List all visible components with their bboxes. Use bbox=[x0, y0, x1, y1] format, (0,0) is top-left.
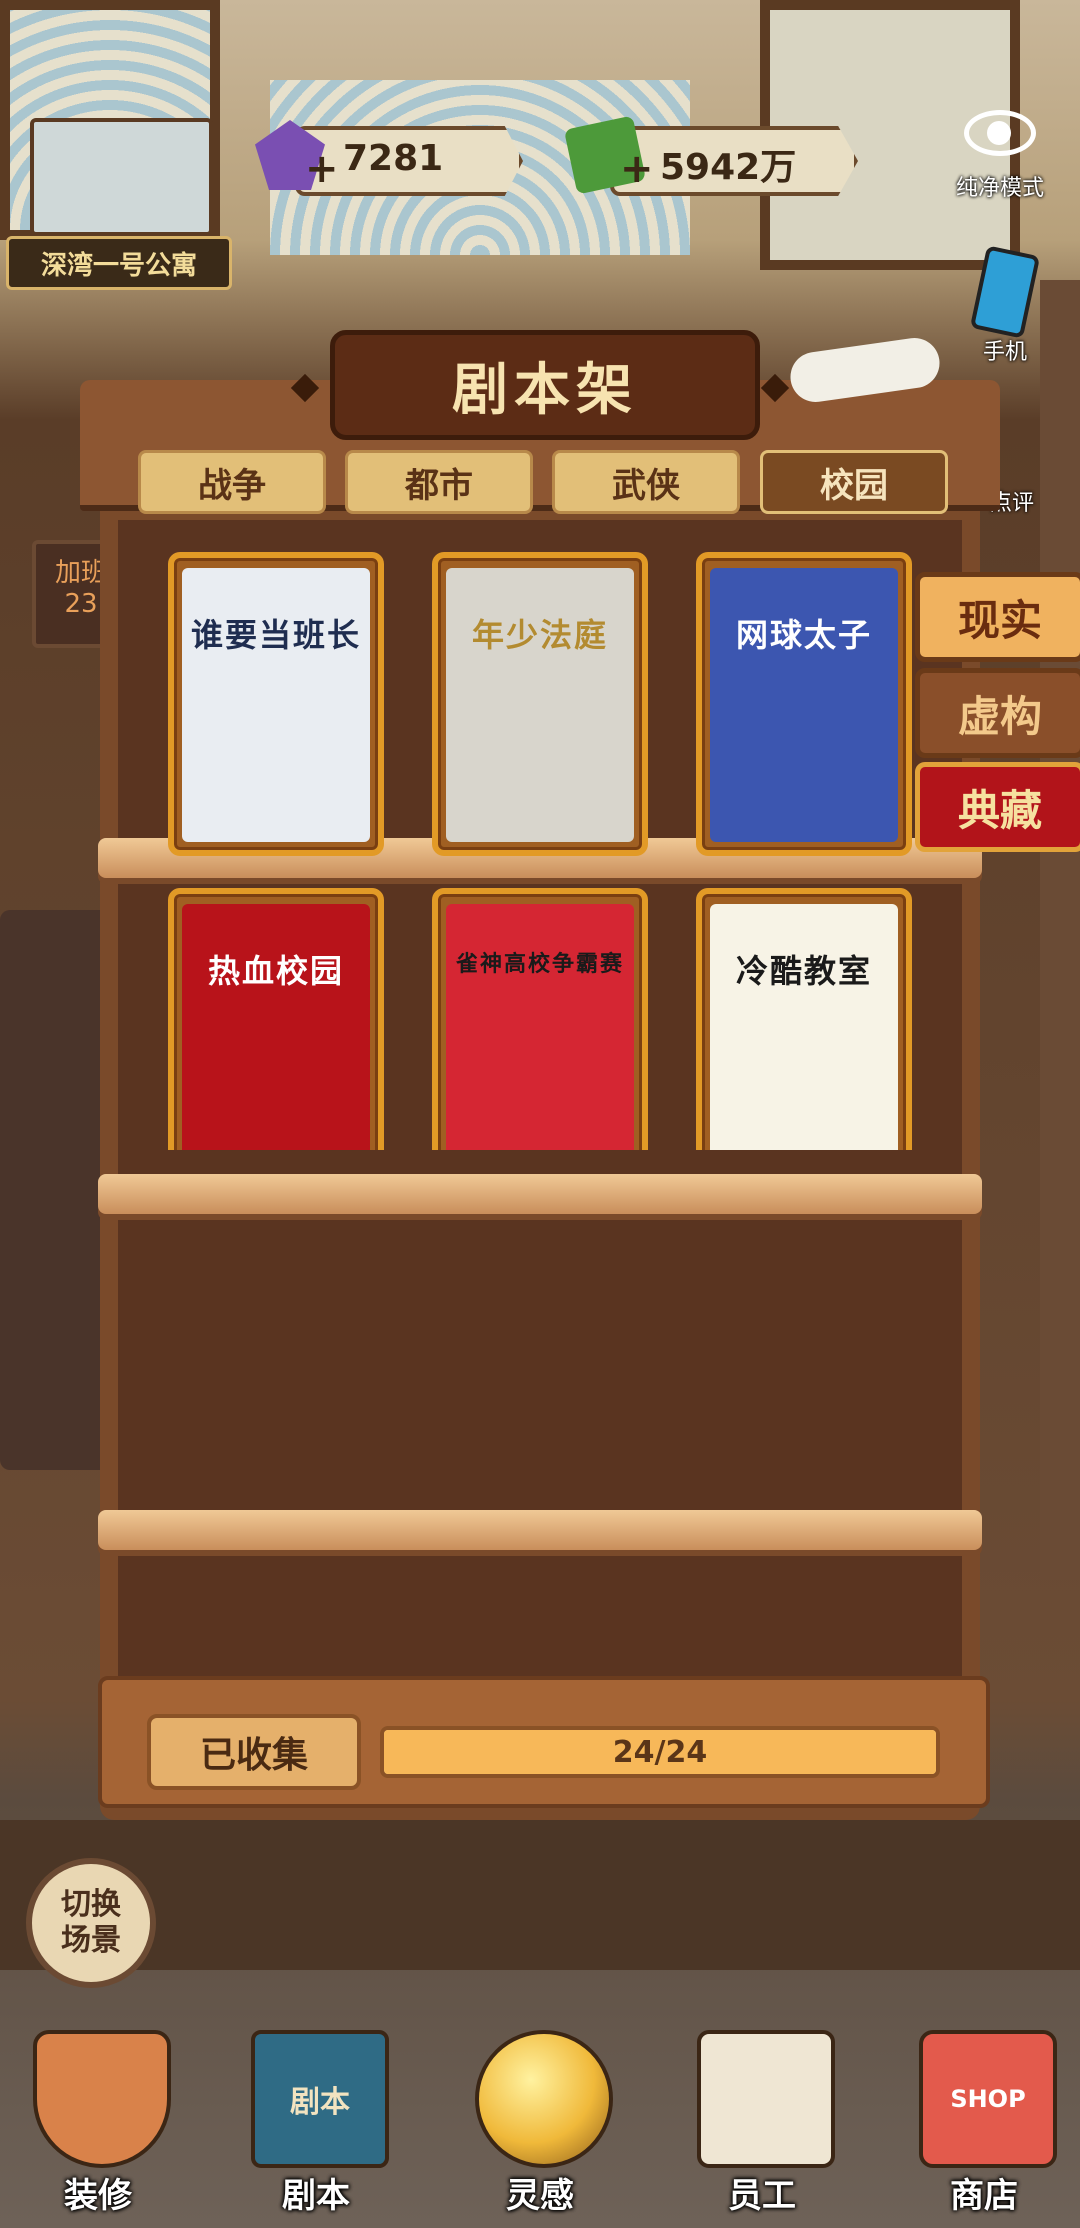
book-cover: 网球太子 bbox=[710, 568, 898, 842]
lightbulb-icon bbox=[475, 2030, 613, 2168]
script-book-card[interactable]: 冷酷教室 bbox=[696, 888, 912, 1150]
book-title: 年少法庭 bbox=[471, 616, 608, 654]
book-cover: 热血校园 bbox=[182, 904, 370, 1150]
script-book-icon: 剧本 bbox=[251, 2030, 389, 2168]
shelf-board bbox=[98, 1174, 982, 1214]
category-collection-button[interactable]: 典藏 bbox=[915, 762, 1080, 852]
script-book-card[interactable]: 网球太子 bbox=[696, 552, 912, 856]
nav-staff[interactable]: 员工 bbox=[682, 2030, 842, 2217]
collection-progress-bar: 24/24 bbox=[380, 1726, 940, 1778]
script-book-card[interactable]: 热血校园 bbox=[168, 888, 384, 1150]
switch-scene-button[interactable]: 切换场景 bbox=[26, 1858, 156, 1988]
nav-inspiration[interactable]: 灵感 bbox=[460, 2030, 620, 2217]
shop-icon-text: SHOP bbox=[950, 2085, 1026, 2113]
nav-decorate-label: 装修 bbox=[64, 2176, 132, 2216]
category-fiction-button[interactable]: 虚构 bbox=[915, 668, 1080, 758]
id-badge-icon bbox=[697, 2030, 835, 2168]
nav-decorate[interactable]: 装修 bbox=[18, 2030, 178, 2217]
switch-scene-label: 切换场景 bbox=[61, 1887, 121, 1958]
book-cover: 谁要当班长 bbox=[182, 568, 370, 842]
book-cover: 雀神高校争霸赛 bbox=[446, 904, 634, 1150]
nav-scripts[interactable]: 剧本 剧本 bbox=[236, 2030, 396, 2217]
book-title: 热血校园 bbox=[207, 952, 344, 990]
nav-shop[interactable]: SHOP 商店 bbox=[904, 2030, 1064, 2217]
nav-scripts-label: 剧本 bbox=[282, 2176, 350, 2216]
script-book-card[interactable]: 年少法庭 bbox=[432, 552, 648, 856]
house-icon bbox=[33, 2030, 171, 2168]
book-title: 网球太子 bbox=[735, 616, 872, 654]
shelf-board bbox=[98, 1510, 982, 1550]
progress-text: 24/24 bbox=[612, 1734, 708, 1770]
book-cover: 冷酷教室 bbox=[710, 904, 898, 1150]
nav-inspiration-label: 灵感 bbox=[506, 2176, 574, 2216]
shop-icon: SHOP bbox=[919, 2030, 1057, 2168]
book-title: 冷酷教室 bbox=[735, 952, 872, 990]
book-title: 雀神高校争霸赛 bbox=[455, 951, 624, 977]
script-book-card[interactable]: 雀神高校争霸赛 bbox=[432, 888, 648, 1150]
book-cover: 年少法庭 bbox=[446, 568, 634, 842]
nav-shop-label: 商店 bbox=[950, 2176, 1018, 2216]
collected-button[interactable]: 已收集 bbox=[147, 1714, 361, 1790]
script-book-icon-text: 剧本 bbox=[290, 2085, 350, 2120]
book-title: 谁要当班长 bbox=[190, 616, 361, 654]
floor-cabinet bbox=[0, 1820, 1080, 1970]
script-book-card[interactable]: 谁要当班长 bbox=[168, 552, 384, 856]
category-reality-button[interactable]: 现实 bbox=[915, 572, 1080, 662]
nav-staff-label: 员工 bbox=[728, 2176, 796, 2216]
